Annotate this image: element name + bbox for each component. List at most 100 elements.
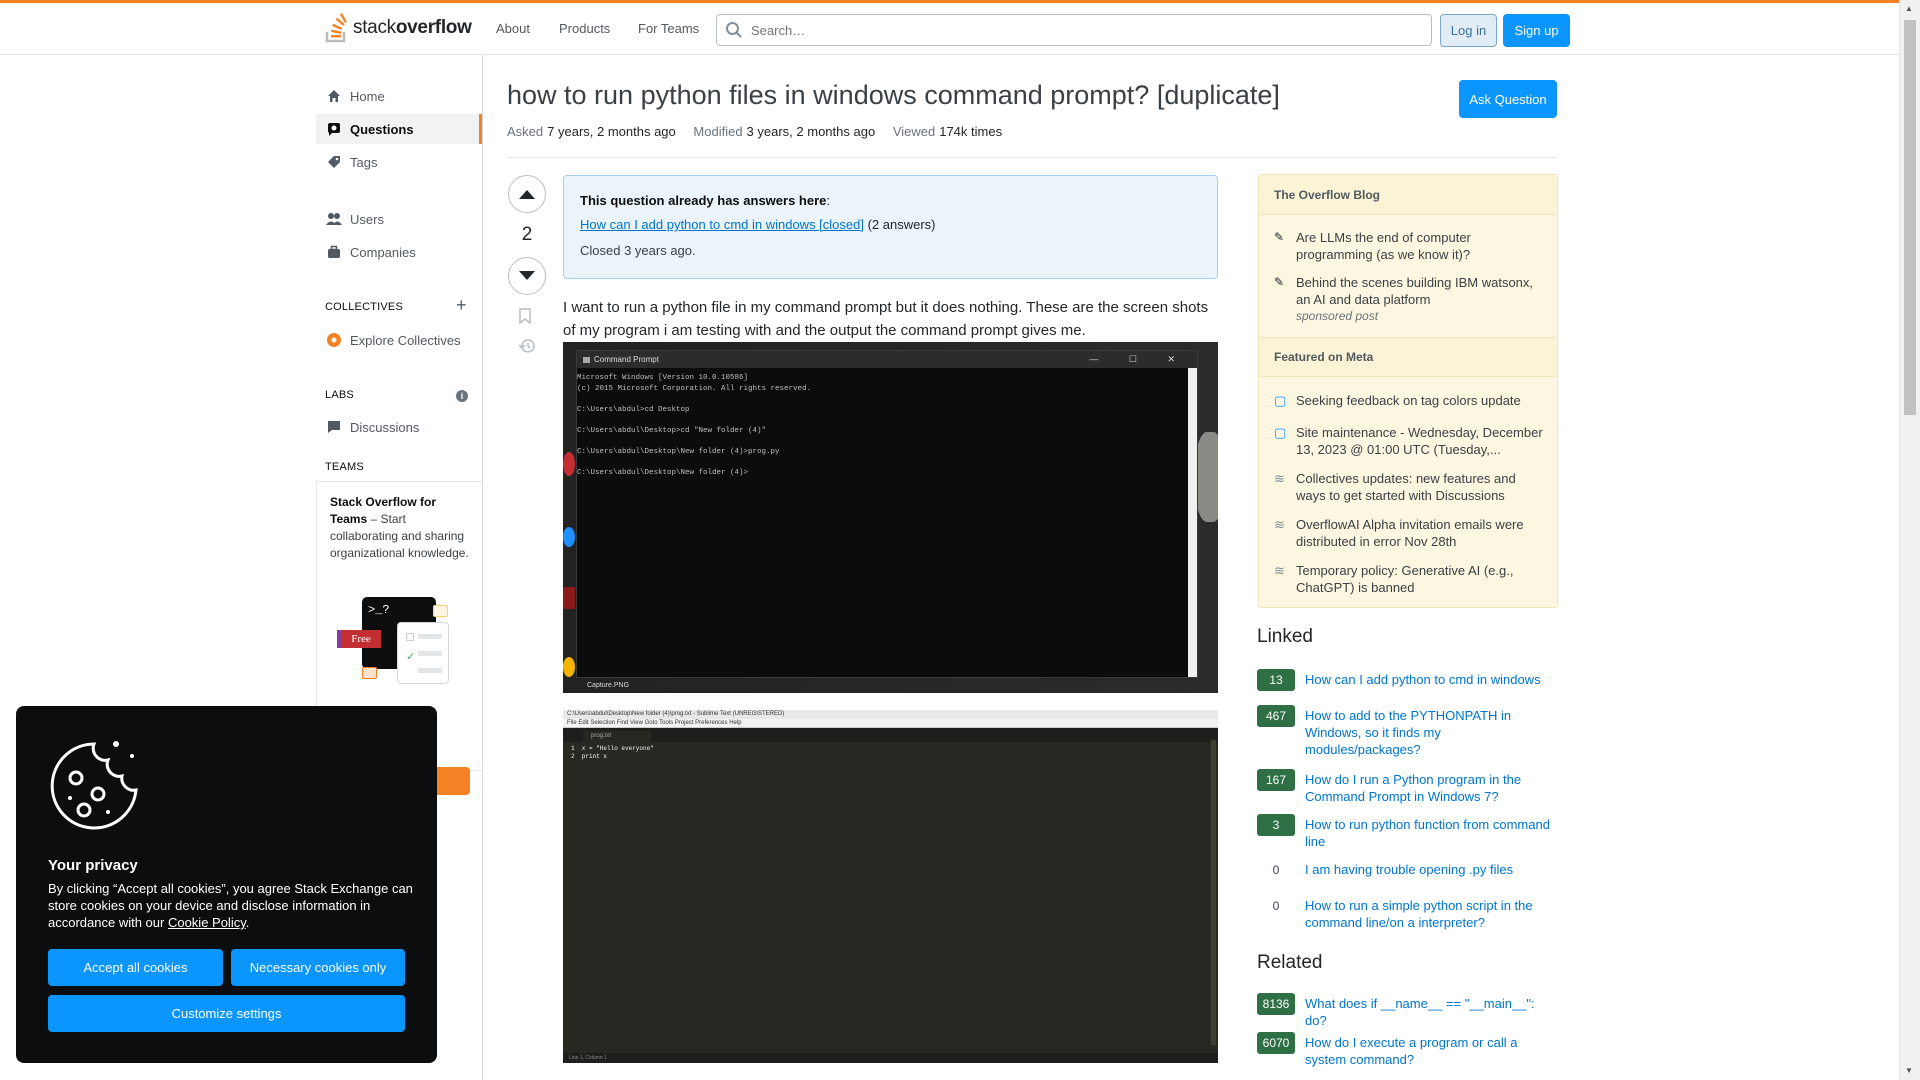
- linked-question-link[interactable]: How can I add python to cmd in windows: [1305, 671, 1541, 691]
- info-icon[interactable]: i: [456, 390, 468, 402]
- blog-item-text[interactable]: Behind the scenes building IBM watsonx, …: [1296, 275, 1533, 307]
- downvote-button[interactable]: [508, 257, 546, 295]
- sidebar-item-home[interactable]: Home: [316, 81, 482, 111]
- linked-item[interactable]: 167 How do I run a Python program in the…: [1257, 769, 1557, 805]
- answer-count-badge: 0: [1257, 859, 1295, 881]
- asked-label: Asked: [507, 124, 544, 139]
- linked-question-link[interactable]: How to add to the PYTHONPATH in Windows,…: [1305, 707, 1557, 758]
- stackoverflow-logo[interactable]: stackoverflow: [325, 13, 472, 43]
- chat-bubble-orange-icon: [362, 667, 377, 679]
- duplicate-question-link[interactable]: How can I add python to cmd in windows […: [580, 217, 864, 232]
- meta-item-text[interactable]: OverflowAI Alpha invitation emails were …: [1296, 516, 1544, 550]
- nav-about[interactable]: About: [496, 21, 530, 36]
- cookie-consent-banner: Your privacy By clicking “Accept all coo…: [16, 706, 437, 1063]
- linked-item[interactable]: 13 How can I add python to cmd in window…: [1257, 669, 1557, 691]
- blog-item[interactable]: ✎ Are LLMs the end of computer programmi…: [1274, 229, 1544, 263]
- meta-item-text[interactable]: Site maintenance - Wednesday, December 1…: [1296, 424, 1544, 458]
- logo-text-bold: overflow: [395, 17, 472, 38]
- related-question-link[interactable]: What does if __name__ == "__main__": do?: [1305, 995, 1557, 1029]
- linked-item[interactable]: 467 How to add to the PYTHONPATH in Wind…: [1257, 705, 1557, 758]
- meta-item-text[interactable]: Temporary policy: Generative AI (e.g., C…: [1296, 562, 1544, 596]
- blog-item-text[interactable]: Are LLMs the end of computer programming…: [1296, 229, 1544, 263]
- signup-button[interactable]: Sign up: [1503, 14, 1570, 47]
- search-box[interactable]: [716, 14, 1432, 46]
- teams-prompt-text: >_?: [368, 603, 390, 617]
- window-controls-icon: — ☐ ✕: [1089, 354, 1189, 364]
- meta-item[interactable]: ▢ Seeking feedback on tag colors update: [1274, 392, 1544, 409]
- related-item[interactable]: 8136 What does if __name__ == "__main__"…: [1257, 993, 1557, 1029]
- nav-products[interactable]: Products: [559, 21, 610, 36]
- question-meta: Asked 7 years, 2 months ago Modified 3 yea…: [507, 124, 1016, 139]
- sidebar-item-label: Home: [350, 88, 385, 104]
- sublime-screenshot-image: C:\Users\abdul\Desktop\New folder (4)\pr…: [563, 710, 1218, 1063]
- vote-count: 2: [521, 224, 533, 245]
- duplicate-heading-text: This question already has answers here: [580, 193, 827, 208]
- meta-item[interactable]: ≋ OverflowAI Alpha invitation emails wer…: [1274, 516, 1544, 550]
- cookie-policy-link[interactable]: Cookie Policy: [168, 915, 246, 930]
- meta-item[interactable]: ≋ Temporary policy: Generative AI (e.g.,…: [1274, 562, 1544, 596]
- answer-count-badge: 6070: [1257, 1032, 1295, 1054]
- overflow-blog-widget: The Overflow Blog ✎ Are LLMs the end of …: [1258, 174, 1558, 608]
- accept-all-cookies-button[interactable]: Accept all cookies: [48, 949, 223, 986]
- search-input[interactable]: [749, 21, 1393, 39]
- scroll-down-arrow-icon[interactable]: ▼: [1905, 1066, 1913, 1075]
- scroll-up-arrow-icon[interactable]: ▲: [1905, 4, 1913, 13]
- collectives-icon: [326, 332, 342, 348]
- meta-item-text[interactable]: Seeking feedback on tag colors update: [1296, 392, 1521, 409]
- search-icon: [726, 22, 742, 38]
- meta-item-text[interactable]: Collectives updates: new features and wa…: [1296, 470, 1544, 504]
- blog-item[interactable]: ✎ Behind the scenes building IBM watsonx…: [1274, 274, 1544, 325]
- necessary-cookies-button[interactable]: Necessary cookies only: [231, 949, 405, 986]
- chat-bubble-icon: [433, 605, 448, 617]
- linked-question-link[interactable]: How to run python function from command …: [1305, 816, 1557, 850]
- sidebar-item-users[interactable]: Users: [316, 204, 482, 234]
- related-item[interactable]: 6070 How do I execute a program or call …: [1257, 1032, 1557, 1068]
- bookmark-icon[interactable]: [518, 308, 532, 329]
- checklist-icon: ✓: [397, 622, 449, 684]
- history-icon[interactable]: [518, 338, 536, 359]
- chat-icon: ▢: [1274, 393, 1287, 408]
- users-icon: [326, 212, 342, 226]
- sidebar-item-companies[interactable]: Companies: [316, 237, 482, 267]
- ask-question-button[interactable]: Ask Question: [1459, 80, 1557, 118]
- chat-icon: ▢: [1274, 425, 1287, 440]
- linked-item[interactable]: 3 How to run python function from comman…: [1257, 814, 1557, 850]
- cmd-output: Microsoft Windows [Version 10.0.10586] (…: [577, 374, 812, 477]
- linked-question-link[interactable]: How to run a simple python script in the…: [1305, 897, 1557, 931]
- nav-for-teams[interactable]: For Teams: [638, 21, 699, 36]
- cookie-heading: Your privacy: [48, 857, 138, 874]
- page-scrollbar[interactable]: ▲ ▼: [1899, 0, 1920, 1080]
- meta-item[interactable]: ▢ Site maintenance - Wednesday, December…: [1274, 424, 1544, 458]
- customize-settings-button[interactable]: Customize settings: [48, 995, 405, 1032]
- collectives-heading: COLLECTIVES: [325, 301, 404, 313]
- cmd-screenshot-image: Command Prompt — ☐ ✕ Microsoft Windows […: [563, 342, 1218, 693]
- sidebar-item-label: Questions: [350, 121, 414, 137]
- sidebar-item-questions[interactable]: Questions: [316, 114, 482, 144]
- linked-item[interactable]: 0 I am having trouble opening .py files: [1257, 859, 1557, 881]
- sidebar-item-discussions[interactable]: Discussions: [316, 412, 482, 442]
- sidebar-item-explore-collectives[interactable]: Explore Collectives: [316, 325, 482, 355]
- meta-item[interactable]: ≋ Collectives updates: new features and …: [1274, 470, 1544, 504]
- arrow-up-icon: [519, 190, 535, 199]
- linked-question-link[interactable]: I am having trouble opening .py files: [1305, 861, 1513, 881]
- login-button[interactable]: Log in: [1440, 14, 1497, 47]
- scrollbar-thumb[interactable]: [1904, 20, 1916, 415]
- answer-count-badge: 0: [1257, 895, 1295, 917]
- linked-question-link[interactable]: How do I run a Python program in the Com…: [1305, 771, 1557, 805]
- question-title[interactable]: how to run python files in windows comma…: [507, 80, 1280, 111]
- upvote-button[interactable]: [508, 175, 546, 213]
- viewed-value: 174k times: [939, 124, 1003, 139]
- home-icon: [326, 89, 342, 103]
- modified-value[interactable]: 3 years, 2 months ago: [747, 124, 876, 139]
- add-collective-plus-icon[interactable]: +: [456, 295, 467, 316]
- header-divider: [507, 157, 1557, 158]
- free-badge: Free: [337, 630, 381, 648]
- sidebar-item-tags[interactable]: Tags: [316, 147, 482, 177]
- sidebar-item-label: Tags: [350, 154, 378, 170]
- desktop-shortcut-icon: [563, 452, 575, 476]
- logo-text: stackoverflow: [353, 17, 472, 39]
- top-bar: stackoverflow About Products For Teams L…: [0, 0, 1899, 55]
- related-question-link[interactable]: How do I execute a program or call a sys…: [1305, 1034, 1557, 1068]
- linked-item[interactable]: 0 How to run a simple python script in t…: [1257, 895, 1557, 931]
- answer-count-badge: 467: [1257, 705, 1295, 727]
